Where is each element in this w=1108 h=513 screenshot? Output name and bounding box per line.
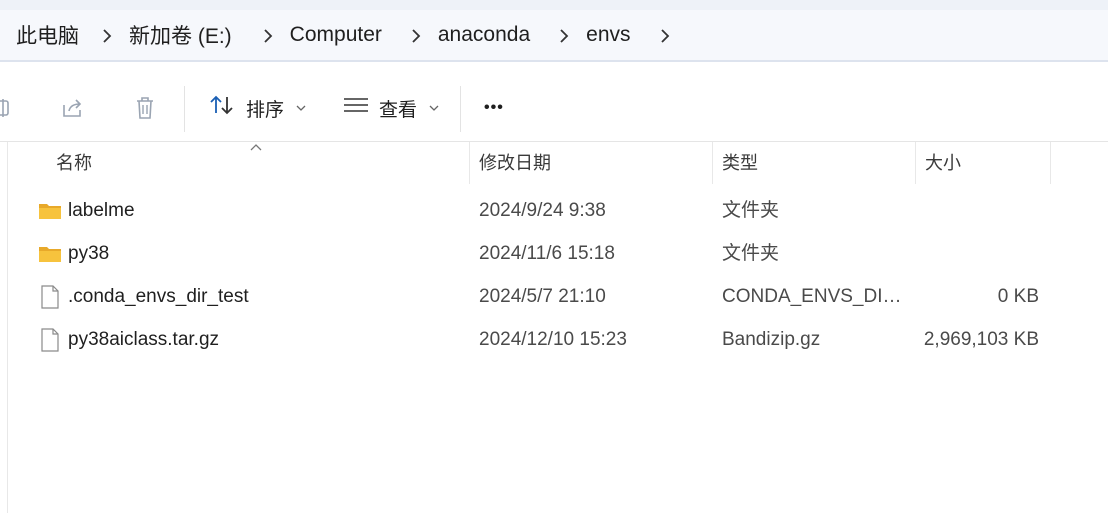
view-button[interactable]: 查看 [343, 88, 439, 128]
sort-label: 排序 [246, 99, 285, 121]
delete-icon[interactable] [130, 88, 160, 128]
view-icon [343, 95, 369, 121]
breadcrumb-label: Computer [289, 23, 382, 46]
sort-ascending-icon [250, 142, 262, 156]
file-name: .conda_envs_dir_test [68, 286, 249, 307]
breadcrumb-label: 此电脑 [16, 25, 79, 48]
toolbar-divider [184, 86, 185, 132]
chevron-down-icon [296, 101, 306, 115]
toolbar-divider [460, 86, 461, 132]
sort-icon [208, 93, 236, 123]
more-icon: ••• [484, 99, 504, 116]
file-name: py38 [68, 243, 110, 264]
breadcrumb-label: 新加卷 (E:) [129, 25, 232, 48]
view-label: 查看 [379, 99, 418, 121]
breadcrumb-item-computer[interactable]: Computer [288, 10, 384, 60]
command-toolbar: 排序 查看 ••• [0, 72, 1108, 142]
file-date: 2024/12/10 15:23 [479, 329, 627, 350]
chevron-right-icon[interactable] [645, 25, 685, 46]
file-name: labelme [68, 200, 135, 221]
file-row[interactable]: .conda_envs_dir_test 2024/5/7 21:10 COND… [0, 275, 1108, 318]
more-options-button[interactable]: ••• [484, 88, 504, 128]
breadcrumb-item-anaconda[interactable]: anaconda [436, 10, 532, 60]
chevron-down-icon [429, 101, 439, 115]
breadcrumb-item-this-pc[interactable]: 此电脑 [14, 10, 81, 60]
file-date: 2024/5/7 21:10 [479, 286, 606, 307]
file-type: 文件夹 [722, 243, 780, 264]
file-icon [38, 285, 62, 309]
chevron-right-icon[interactable] [396, 25, 436, 46]
file-size [915, 189, 1039, 232]
breadcrumb-item-envs[interactable]: envs [584, 10, 632, 60]
file-size: 2,969,103 KB [923, 329, 1039, 350]
folder-icon [38, 199, 62, 223]
file-type: 文件夹 [722, 200, 780, 221]
file-name: py38aiclass.tar.gz [68, 329, 220, 350]
file-size [915, 232, 1039, 275]
column-header-type[interactable]: 类型 [713, 142, 916, 184]
share-icon[interactable] [58, 88, 88, 128]
column-header-date[interactable]: 修改日期 [470, 142, 713, 184]
column-header-label: 类型 [722, 153, 758, 173]
chevron-right-icon[interactable] [248, 25, 288, 46]
file-icon [38, 328, 62, 352]
chevron-right-icon[interactable] [87, 25, 127, 46]
file-date: 2024/9/24 9:38 [479, 200, 606, 221]
titlebar-strip [0, 0, 1108, 10]
breadcrumb-label: envs [586, 23, 631, 46]
chevron-right-icon[interactable] [544, 25, 584, 46]
breadcrumb-item-drive-e[interactable]: 新加卷 (E:) [127, 10, 234, 60]
file-row[interactable]: py38aiclass.tar.gz 2024/12/10 15:23 Band… [0, 318, 1108, 361]
sort-button[interactable]: 排序 [208, 88, 306, 128]
column-header-row: 名称 修改日期 类型 大小 [0, 142, 1108, 184]
file-size: 0 KB [997, 286, 1039, 307]
column-header-size[interactable]: 大小 [916, 142, 1051, 184]
column-header-label: 名称 [56, 153, 92, 173]
column-header-label: 大小 [925, 153, 961, 173]
file-date: 2024/11/6 15:18 [479, 243, 615, 264]
breadcrumb[interactable]: 此电脑 新加卷 (E:) Computer anaconda envs [0, 10, 1108, 62]
rename-icon[interactable] [0, 88, 14, 128]
breadcrumb-label: anaconda [437, 23, 531, 46]
file-row[interactable]: labelme 2024/9/24 9:38 文件夹 [0, 189, 1108, 232]
file-type: Bandizip.gz [722, 329, 821, 350]
column-header-label: 修改日期 [479, 153, 551, 173]
folder-icon [38, 242, 62, 266]
file-row[interactable]: py38 2024/11/6 15:18 文件夹 [0, 232, 1108, 275]
file-explorer-window: 此电脑 新加卷 (E:) Computer anaconda envs 排序 查… [0, 0, 1108, 513]
file-type: CONDA_ENVS_DIR... [722, 286, 902, 307]
